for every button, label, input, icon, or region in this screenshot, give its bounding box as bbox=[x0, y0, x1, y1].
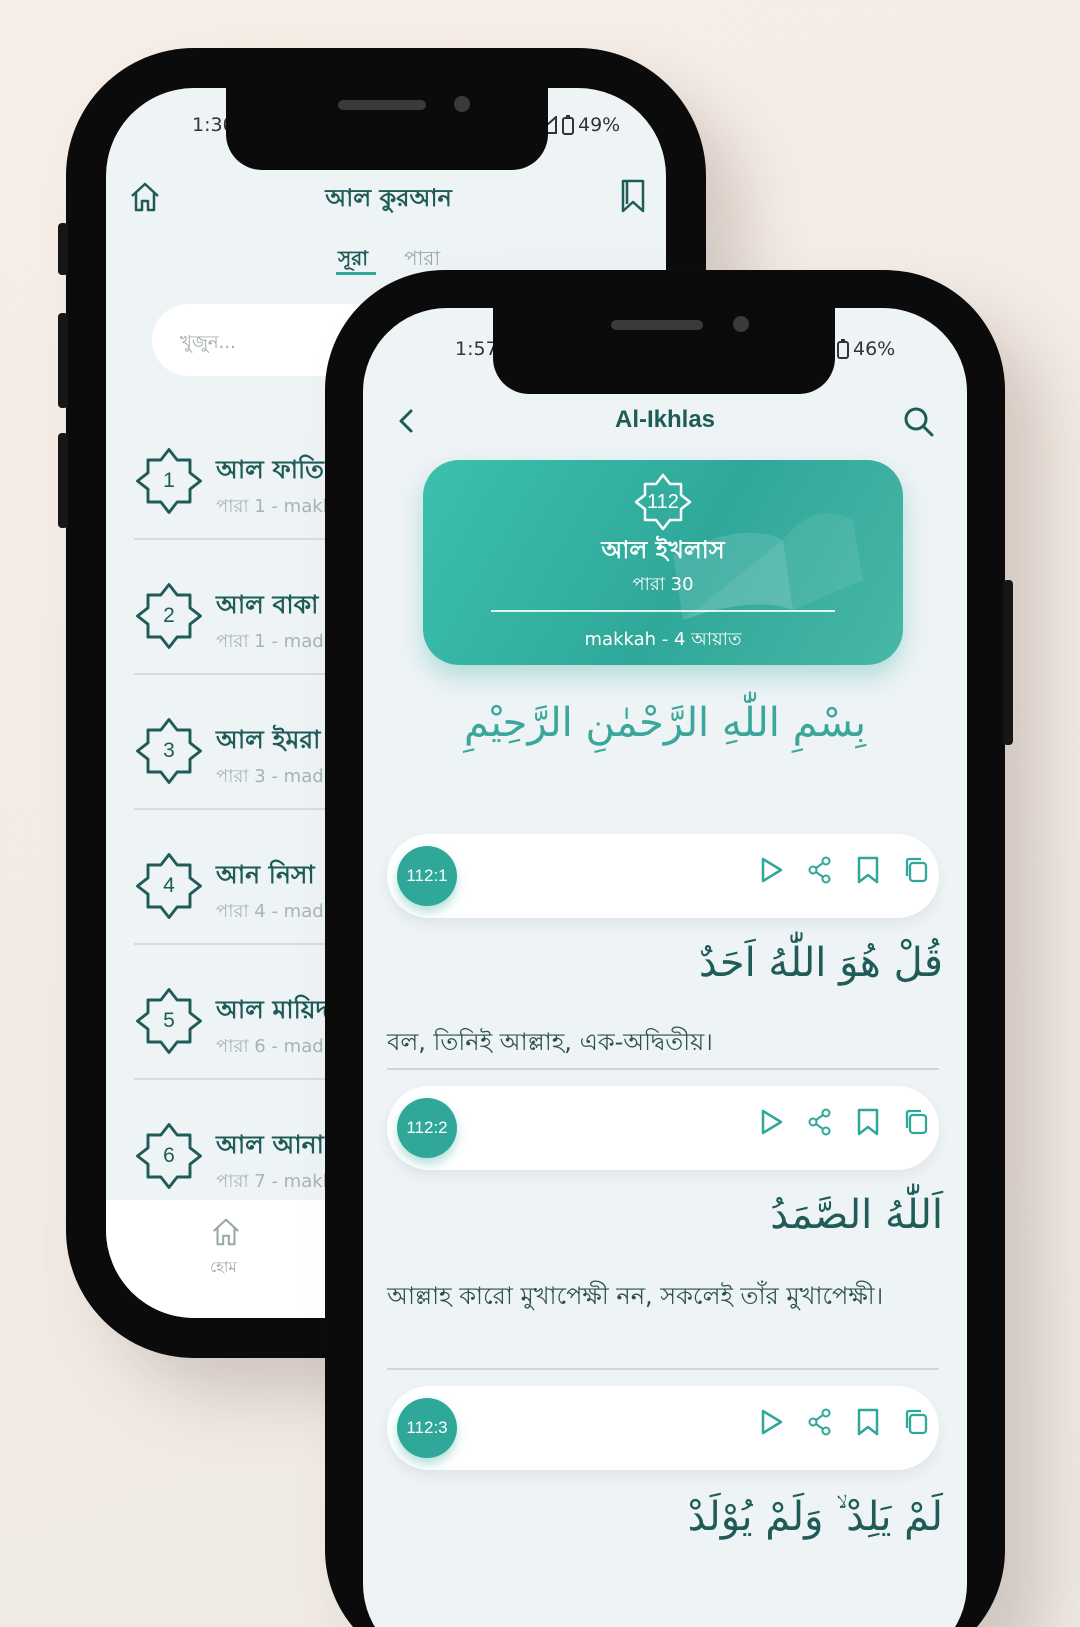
surah-info: makkah - 4 আয়াত bbox=[584, 629, 742, 650]
search-placeholder: খুজুন... bbox=[180, 332, 236, 353]
surah-meta: পারা 4 - madi bbox=[216, 901, 329, 922]
surah-name: আল মায়িদ bbox=[216, 995, 329, 1024]
verse-number-pill[interactable]: 112:3 bbox=[397, 1398, 457, 1458]
front-phone: 1:57 46% Al-Ikhlas 112 আল ইখলাস পারা 30 bbox=[325, 270, 1013, 1627]
surah-meta: পারা 1 - makk bbox=[216, 496, 334, 517]
copy-icon[interactable] bbox=[903, 1408, 929, 1436]
surah-name: আল ইখলাস bbox=[601, 536, 725, 564]
surah-name: আল আনা bbox=[216, 1130, 324, 1159]
volume-down-button bbox=[58, 433, 68, 528]
battery-icon bbox=[562, 115, 574, 135]
page-title: Al-Ikhlas bbox=[614, 406, 716, 433]
verse-toolbar: 112:3 bbox=[387, 1386, 939, 1470]
surah-meta: পারা 7 - makk bbox=[216, 1171, 334, 1192]
search-icon[interactable] bbox=[903, 406, 935, 438]
card-divider bbox=[491, 610, 835, 612]
surah-meta: পারা 1 - mad bbox=[216, 631, 324, 652]
surah-number: 112 bbox=[647, 491, 679, 513]
surah-number: 6 bbox=[163, 1144, 175, 1167]
surah-number: 2 bbox=[163, 604, 175, 627]
verse-arabic: قُلْ هُوَ اللّٰهُ اَحَدٌ bbox=[698, 940, 943, 986]
verse-number-pill[interactable]: 112:1 bbox=[397, 846, 457, 906]
surah-para: পারা 30 bbox=[632, 574, 694, 595]
bookmark-icon[interactable] bbox=[855, 1408, 881, 1436]
share-icon[interactable] bbox=[807, 856, 833, 884]
verse-toolbar: 112:1 bbox=[387, 834, 939, 918]
verse-toolbar: 112:2 bbox=[387, 1086, 939, 1170]
copy-icon[interactable] bbox=[903, 1108, 929, 1136]
status-time: 1:57 bbox=[455, 338, 498, 360]
surah-header-card: 112 আল ইখলাস পারা 30 makkah - 4 আয়াত bbox=[423, 460, 903, 665]
surah-number: 3 bbox=[163, 739, 175, 762]
phone-notch bbox=[493, 308, 835, 394]
surah-name: আল বাকা bbox=[216, 590, 319, 619]
verse-number-pill[interactable]: 112:2 bbox=[397, 1098, 457, 1158]
verse-divider bbox=[387, 1368, 939, 1370]
surah-meta: পারা 6 - madi bbox=[216, 1036, 329, 1057]
mute-switch bbox=[58, 223, 68, 275]
surah-number: 4 bbox=[163, 874, 175, 897]
verse-translation: আল্লাহ কারো মুখাপেক্ষী নন, সকলেই তাঁর মু… bbox=[387, 1282, 884, 1310]
bookmark-icon[interactable] bbox=[855, 1108, 881, 1136]
camera bbox=[733, 316, 749, 332]
page-title: আল কুরআন bbox=[325, 184, 452, 212]
play-icon[interactable] bbox=[759, 1408, 785, 1436]
surah-name: আল ইমরা bbox=[216, 725, 321, 754]
speaker bbox=[338, 100, 426, 110]
verse-translation: বল, তিনিই আল্লাহ, এক-অদ্বিতীয়। bbox=[387, 1028, 713, 1056]
verse-arabic: اَللّٰهُ الصَّمَدُ bbox=[770, 1192, 943, 1238]
surah-meta: পারা 3 - mad bbox=[216, 766, 324, 787]
nav-home-icon[interactable] bbox=[210, 1216, 242, 1248]
surah-number: 5 bbox=[163, 1009, 175, 1032]
surah-detail-screen: 1:57 46% Al-Ikhlas 112 আল ইখলাস পারা 30 bbox=[363, 308, 967, 1627]
play-icon[interactable] bbox=[759, 1108, 785, 1136]
bookmark-icon[interactable] bbox=[855, 856, 881, 884]
share-icon[interactable] bbox=[807, 1408, 833, 1436]
verse-arabic: لَمْ يَلِدْ ۙ وَلَمْ يُوْلَدْ bbox=[687, 1494, 943, 1540]
nav-home-label[interactable]: হোম bbox=[210, 1256, 237, 1281]
share-icon[interactable] bbox=[807, 1108, 833, 1136]
battery-icon bbox=[837, 339, 849, 359]
bookmark-icon[interactable] bbox=[618, 178, 648, 214]
volume-up-button bbox=[58, 313, 68, 408]
copy-icon[interactable] bbox=[903, 856, 929, 884]
status-battery: 49% bbox=[578, 114, 621, 136]
tab-active-indicator bbox=[336, 272, 376, 275]
power-button bbox=[1003, 580, 1013, 745]
camera bbox=[454, 96, 470, 112]
surah-name: আন নিসা bbox=[216, 860, 315, 889]
phone-notch bbox=[226, 88, 548, 170]
play-icon[interactable] bbox=[759, 856, 785, 884]
bismillah-calligraphy: بِسْمِ اللّٰهِ الرَّحْمٰنِ الرَّحِيْمِ bbox=[463, 700, 867, 746]
status-battery: 46% bbox=[853, 338, 896, 360]
status-icons: 49% bbox=[536, 114, 620, 136]
surah-name: আল ফাতি bbox=[216, 455, 324, 484]
verse-divider bbox=[387, 1068, 939, 1070]
speaker bbox=[611, 320, 703, 330]
surah-number: 1 bbox=[163, 469, 175, 492]
